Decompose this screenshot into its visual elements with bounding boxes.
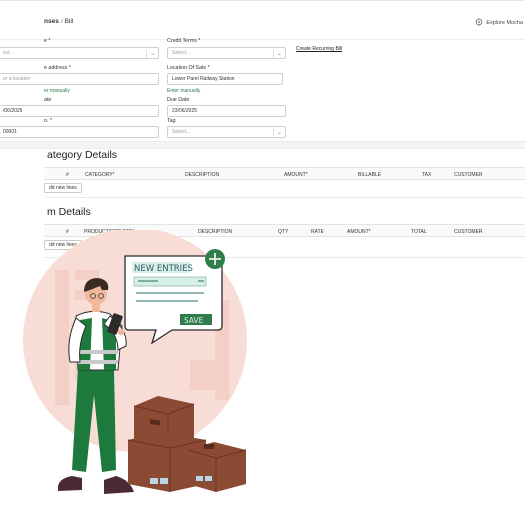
divider	[44, 197, 525, 198]
due-date-label: Due Date	[167, 97, 190, 103]
tag-label: Tag	[167, 118, 176, 124]
col-billable: BILLABLE	[358, 172, 382, 178]
worker-with-boxes-illustration: NEW ENTRIES SAVE	[23, 230, 247, 494]
bubble-save-label: SAVE	[184, 316, 204, 325]
bill-number-input[interactable]: 00001	[0, 126, 159, 138]
bill-date-value: /06/2025	[3, 108, 23, 114]
vendor-select[interactable]: ect... ⌄	[0, 47, 159, 59]
vendor-label: e *	[44, 38, 51, 44]
bubble-title: NEW ENTRIES	[134, 264, 193, 274]
section-separator	[0, 141, 525, 149]
explore-label: Explore Mocha	[486, 20, 523, 26]
breadcrumb: nses / Bill	[44, 18, 73, 25]
due-date-value: 23/06/2025	[172, 108, 198, 114]
col-index: #	[66, 172, 69, 178]
credit-terms-placeholder: Select...	[172, 50, 191, 56]
address-placeholder: er a location	[3, 76, 31, 82]
tag-select[interactable]: Select... ⌄	[167, 126, 286, 138]
create-recurring-bill-link[interactable]: Create Recurring Bill	[296, 46, 342, 52]
bill-number-value: 00001	[3, 129, 17, 135]
new-entries-bubble: NEW ENTRIES SAVE	[124, 255, 223, 345]
top-bar: nses / Bill Explore Mocha	[0, 0, 525, 40]
location-of-sale-value: Lower Parel Railway Station	[172, 76, 235, 82]
explore-icon	[475, 18, 483, 28]
col-amount: AMOUNT*	[284, 172, 308, 178]
breadcrumb-parent[interactable]: nses	[44, 18, 59, 25]
col-description: DESCRIPTION	[185, 172, 220, 178]
col-qty: QTY	[278, 229, 289, 235]
bill-form-app: nses / Bill Explore Mocha e * ect... ⌄ Cre…	[0, 0, 525, 265]
address-input[interactable]: er a location	[0, 73, 159, 85]
col-amount: AMOUNT*	[347, 229, 371, 235]
col-customer: CUSTOMER	[454, 172, 483, 178]
chevron-down-icon: ⌄	[145, 50, 155, 58]
chevron-down-icon: ⌄	[272, 129, 282, 137]
item-details-title: m Details	[47, 206, 91, 218]
credit-terms-label: Credit Terms *	[167, 38, 201, 44]
col-tax: TAX	[422, 172, 432, 178]
category-add-lines-button[interactable]: dd new lines	[44, 183, 82, 193]
location-enter-manually-link[interactable]: Enter manually	[167, 88, 200, 94]
credit-terms-select[interactable]: Select... ⌄	[167, 47, 286, 59]
tag-placeholder: Select...	[172, 129, 191, 135]
address-enter-manually-link[interactable]: er manually	[44, 88, 70, 94]
cardboard-boxes	[127, 396, 247, 492]
due-date-input[interactable]: 23/06/2025	[167, 105, 286, 117]
vendor-placeholder: ect...	[3, 50, 14, 56]
explore-button[interactable]: Explore Mocha	[475, 18, 523, 28]
bill-date-label: ate	[44, 97, 52, 103]
col-category: CATEGORY*	[85, 172, 115, 178]
col-total: TOTAL	[411, 229, 427, 235]
chevron-down-icon: ⌄	[272, 50, 282, 58]
location-of-sale-input[interactable]: Lower Parel Railway Station	[167, 73, 283, 85]
location-of-sale-label: Location Of Sale *	[167, 65, 210, 71]
address-label: e address *	[44, 65, 71, 71]
col-rate: RATE	[311, 229, 324, 235]
category-details-title: ategory Details	[47, 149, 118, 161]
bill-date-input[interactable]: /06/2025	[0, 105, 159, 117]
col-customer: CUSTOMER	[454, 229, 483, 235]
plus-circle-icon	[205, 249, 225, 269]
breadcrumb-separator: /	[60, 18, 63, 25]
bill-number-label: o. *	[44, 118, 52, 124]
breadcrumb-current: Bill	[64, 18, 74, 25]
category-table-header: # CATEGORY* DESCRIPTION AMOUNT* BILLABLE…	[44, 167, 525, 180]
